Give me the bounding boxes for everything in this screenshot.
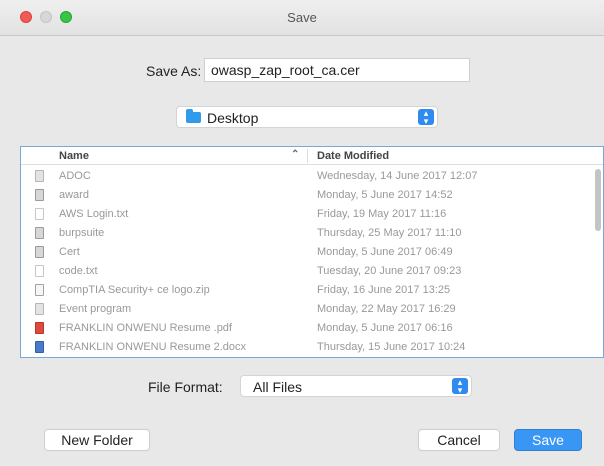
file-name: AWS Login.txt: [59, 208, 129, 220]
column-divider[interactable]: [307, 149, 308, 163]
folder-icon: [186, 109, 201, 123]
save-as-label: Save As:: [146, 63, 202, 79]
file-format-value: All Files: [253, 379, 303, 395]
file-name: award: [59, 189, 89, 201]
sort-ascending-icon[interactable]: ⌃: [291, 149, 299, 160]
file-row[interactable]: CompTIA Security+ ce logo.zip Friday, 16…: [21, 281, 603, 300]
location-select[interactable]: Desktop ▴ ▾: [176, 106, 438, 128]
document-icon: [35, 303, 44, 315]
file-row[interactable]: burpsuite Thursday, 25 May 2017 11:10: [21, 224, 603, 243]
file-list[interactable]: Name ⌃ Date Modified ADOC Wednesday, 14 …: [20, 146, 604, 358]
file-date: Friday, 19 May 2017 11:16: [317, 208, 447, 220]
column-header-name[interactable]: Name: [59, 150, 89, 162]
zip-icon: [35, 284, 44, 296]
file-name: Event program: [59, 303, 132, 315]
file-name: FRANKLIN ONWENU Resume 2.docx: [59, 341, 247, 353]
file-date: Tuesday, 20 June 2017 09:23: [317, 265, 462, 277]
file-row[interactable]: award Monday, 5 June 2017 14:52: [21, 186, 603, 205]
file-format-select[interactable]: All Files ▴ ▾: [240, 375, 472, 397]
document-icon: [35, 170, 44, 182]
file-date: Monday, 5 June 2017 06:16: [317, 322, 453, 334]
file-row[interactable]: code.txt Tuesday, 20 June 2017 09:23: [21, 262, 603, 281]
file-name: Cert: [59, 246, 80, 258]
list-header: Name ⌃ Date Modified: [21, 147, 603, 165]
file-format-label: File Format:: [148, 379, 223, 395]
file-date: Monday, 5 June 2017 06:49: [317, 246, 453, 258]
docx-icon: [35, 341, 44, 353]
pdf-icon: [35, 322, 44, 334]
vertical-scrollbar[interactable]: [595, 169, 601, 231]
file-row[interactable]: ADOC Wednesday, 14 June 2017 12:07: [21, 167, 603, 186]
location-stepper-icon: ▴ ▾: [418, 109, 434, 126]
text-file-icon: [35, 265, 44, 277]
file-row[interactable]: FRANKLIN ONWENU Resume .pdf Monday, 5 Ju…: [21, 319, 603, 338]
window-title: Save: [287, 10, 317, 25]
save-as-input[interactable]: [204, 58, 470, 82]
file-date: Friday, 16 June 2017 13:25: [317, 284, 451, 296]
file-date: Monday, 22 May 2017 16:29: [317, 303, 456, 315]
file-format-stepper-icon: ▴ ▾: [452, 378, 468, 395]
file-name: code.txt: [59, 265, 98, 277]
text-file-icon: [35, 208, 44, 220]
file-name: burpsuite: [59, 227, 105, 239]
file-row[interactable]: FRANKLIN ONWENU Resume 2.docx Thursday, …: [21, 338, 603, 357]
new-folder-button[interactable]: New Folder: [44, 429, 150, 451]
file-date: Thursday, 15 June 2017 10:24: [317, 341, 466, 353]
file-date: Wednesday, 14 June 2017 12:07: [317, 170, 478, 182]
executable-icon: [35, 227, 44, 239]
location-label: Desktop: [207, 110, 259, 126]
file-date: Thursday, 25 May 2017 11:10: [317, 227, 462, 239]
executable-icon: [35, 189, 44, 201]
save-button[interactable]: Save: [514, 429, 582, 451]
file-row[interactable]: Event program Monday, 22 May 2017 16:29: [21, 300, 603, 319]
executable-icon: [35, 246, 44, 258]
file-name: CompTIA Security+ ce logo.zip: [59, 284, 210, 296]
file-name: FRANKLIN ONWENU Resume .pdf: [59, 322, 232, 334]
file-row[interactable]: AWS Login.txt Friday, 19 May 2017 11:16: [21, 205, 603, 224]
title-bar: Save: [0, 0, 604, 36]
file-date: Monday, 5 June 2017 14:52: [317, 189, 453, 201]
cancel-button[interactable]: Cancel: [418, 429, 500, 451]
column-header-date-modified[interactable]: Date Modified: [317, 150, 389, 162]
file-row[interactable]: Cert Monday, 5 June 2017 06:49: [21, 243, 603, 262]
file-name: ADOC: [59, 170, 91, 182]
